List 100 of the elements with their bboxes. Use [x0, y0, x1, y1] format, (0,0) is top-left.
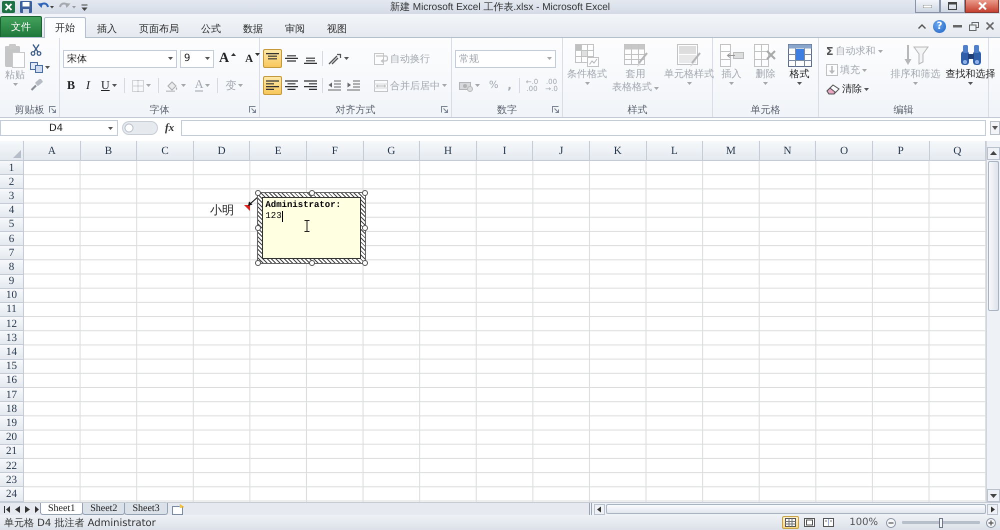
save-icon[interactable]: [20, 1, 32, 13]
ribbon-tab[interactable]: 插入: [86, 18, 128, 38]
format-painter-icon[interactable]: [30, 79, 43, 91]
minimize-icon[interactable]: [953, 24, 962, 28]
row-header[interactable]: 7: [0, 246, 24, 260]
row-header[interactable]: 23: [0, 473, 24, 488]
row-header[interactable]: 17: [0, 388, 24, 402]
dialog-launcher-icon[interactable]: [249, 106, 256, 113]
scroll-left-icon[interactable]: [594, 504, 605, 514]
find-select-button[interactable]: 查找和选择: [944, 41, 997, 87]
column-header[interactable]: D: [194, 141, 250, 161]
comment-box[interactable]: Administrator: 123: [257, 192, 366, 264]
column-header[interactable]: F: [306, 141, 364, 161]
row-header[interactable]: 24: [0, 487, 24, 502]
format-cells-button[interactable]: 格式: [786, 41, 814, 87]
shrink-font-button[interactable]: A: [241, 49, 264, 68]
row-header[interactable]: 6: [0, 232, 24, 246]
row-header[interactable]: 16: [0, 374, 24, 388]
ribbon-tab[interactable]: 页面布局: [128, 18, 190, 38]
grow-font-button[interactable]: A: [215, 49, 240, 68]
zoom-slider-thumb[interactable]: [939, 518, 943, 528]
zoom-out-icon[interactable]: [886, 518, 896, 528]
row-header[interactable]: 19: [0, 416, 24, 431]
collapse-ribbon-icon[interactable]: [918, 24, 926, 28]
dialog-launcher-icon[interactable]: [552, 106, 559, 113]
column-header[interactable]: K: [590, 141, 647, 161]
zoom-level[interactable]: 100%: [849, 517, 878, 528]
resize-handle[interactable]: [255, 224, 262, 231]
bold-button[interactable]: B: [63, 76, 80, 95]
zoom-in-icon[interactable]: [986, 518, 996, 528]
row-header[interactable]: 22: [0, 458, 24, 474]
scroll-right-icon[interactable]: [987, 504, 998, 514]
column-header[interactable]: H: [420, 141, 477, 161]
first-sheet-icon[interactable]: [4, 506, 10, 512]
row-header[interactable]: 1: [0, 161, 24, 176]
top-align-button[interactable]: [263, 49, 282, 68]
ribbon-tab[interactable]: 数据: [232, 18, 274, 38]
row-header[interactable]: 11: [0, 302, 24, 318]
column-header[interactable]: J: [533, 141, 590, 161]
ribbon-tab[interactable]: 开始: [44, 17, 86, 38]
column-header[interactable]: A: [24, 141, 81, 161]
restore-icon[interactable]: [969, 22, 979, 30]
column-header[interactable]: I: [476, 141, 534, 161]
close-button[interactable]: [965, 0, 999, 13]
row-header[interactable]: 5: [0, 218, 24, 232]
italic-button[interactable]: I: [80, 76, 96, 95]
resize-handle[interactable]: [362, 260, 368, 266]
column-header[interactable]: Q: [930, 141, 986, 161]
row-header[interactable]: 21: [0, 444, 24, 459]
column-header[interactable]: C: [137, 141, 194, 161]
horizontal-scrollbar[interactable]: [589, 503, 1000, 515]
resize-handle[interactable]: [255, 190, 262, 196]
row-header[interactable]: 13: [0, 331, 24, 346]
row-header[interactable]: 9: [0, 274, 24, 289]
customize-toolbar-icon[interactable]: [81, 2, 88, 12]
row-header[interactable]: 18: [0, 402, 24, 416]
resize-handle[interactable]: [362, 190, 368, 196]
row-header[interactable]: 4: [0, 204, 24, 218]
next-sheet-icon[interactable]: [25, 506, 30, 512]
file-tab[interactable]: 文件: [0, 16, 42, 37]
resize-handle[interactable]: [255, 260, 262, 266]
scissors-icon[interactable]: [30, 44, 42, 56]
ribbon-tab[interactable]: 视图: [316, 18, 358, 38]
row-header[interactable]: 10: [0, 288, 24, 303]
column-header[interactable]: M: [703, 141, 760, 161]
name-box[interactable]: D4: [0, 120, 118, 136]
previous-sheet-icon[interactable]: [15, 506, 20, 512]
ribbon-tab[interactable]: 公式: [190, 18, 232, 38]
maximize-button[interactable]: [940, 0, 965, 13]
insert-sheet-icon[interactable]: [172, 504, 184, 514]
underline-button[interactable]: U: [97, 76, 121, 95]
resize-handle[interactable]: [362, 224, 368, 231]
scrollbar-thumb[interactable]: [606, 504, 986, 514]
row-header[interactable]: 8: [0, 260, 24, 274]
column-header[interactable]: B: [80, 141, 138, 161]
column-header[interactable]: G: [364, 141, 420, 161]
left-align-button[interactable]: [263, 76, 282, 95]
vertical-scrollbar[interactable]: [986, 141, 1000, 502]
row-header[interactable]: 2: [0, 175, 24, 190]
row-header[interactable]: 14: [0, 345, 24, 360]
row-header[interactable]: 15: [0, 360, 24, 374]
scrollbar-thumb[interactable]: [988, 161, 999, 311]
font-size-field[interactable]: 9: [180, 50, 214, 68]
dialog-launcher-icon[interactable]: [441, 106, 448, 113]
scroll-up-icon[interactable]: [987, 147, 1000, 160]
dialog-launcher-icon[interactable]: [49, 106, 56, 113]
row-header[interactable]: 12: [0, 317, 24, 332]
column-header[interactable]: O: [816, 141, 873, 161]
spreadsheet-app-icon[interactable]: [2, 1, 15, 13]
column-header[interactable]: L: [646, 141, 704, 161]
resize-handle[interactable]: [308, 190, 315, 196]
column-header[interactable]: E: [250, 141, 307, 161]
font-name-field[interactable]: 宋体: [63, 50, 177, 68]
row-header[interactable]: 20: [0, 430, 24, 445]
sheet-tab[interactable]: Sheet2: [82, 503, 126, 515]
resize-handle[interactable]: [308, 260, 315, 266]
formula-input-field[interactable]: [181, 120, 986, 136]
comment-text[interactable]: 123: [265, 210, 283, 222]
copy-icon[interactable]: [30, 62, 43, 73]
view-button[interactable]: [782, 516, 800, 529]
